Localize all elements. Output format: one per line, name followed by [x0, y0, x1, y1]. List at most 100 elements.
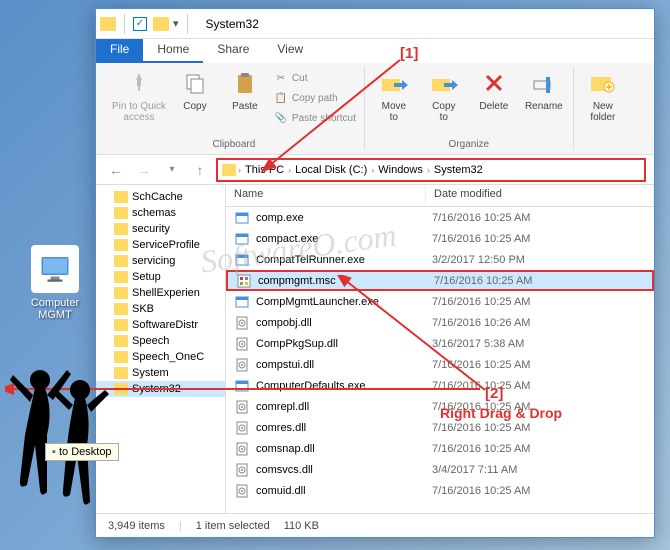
tree-item[interactable]: ServiceProfile: [96, 237, 225, 253]
tree-item-label: Setup: [132, 271, 161, 283]
file-name: comp.exe: [256, 212, 432, 224]
history-button[interactable]: ▾: [160, 158, 184, 182]
file-icon: [234, 441, 250, 457]
file-name: comuid.dll: [256, 485, 432, 497]
tab-view[interactable]: View: [263, 39, 317, 63]
tree-item[interactable]: SoftwareDistr: [96, 317, 225, 333]
chevron-icon: ›: [371, 165, 374, 175]
file-row[interactable]: comsvcs.dll3/4/2017 7:11 AM: [226, 459, 654, 480]
tab-share[interactable]: Share: [203, 39, 263, 63]
file-icon: [234, 357, 250, 373]
folder-icon: [153, 17, 169, 31]
file-row[interactable]: CompMgmtLauncher.exe7/16/2016 10:25 AM: [226, 291, 654, 312]
file-name: comsnap.dll: [256, 443, 432, 455]
file-row[interactable]: comres.dll7/16/2016 10:25 AM: [226, 417, 654, 438]
column-date[interactable]: Date modified: [426, 185, 654, 206]
breadcrumb-item[interactable]: This PC: [243, 164, 286, 176]
tree-item[interactable]: security: [96, 221, 225, 237]
status-selected: 1 item selected: [196, 520, 270, 532]
file-row[interactable]: comrepl.dll7/16/2016 10:25 AM: [226, 396, 654, 417]
tree-item[interactable]: schemas: [96, 205, 225, 221]
paste-button[interactable]: Paste: [224, 67, 266, 112]
file-row[interactable]: comp.exe7/16/2016 10:25 AM: [226, 207, 654, 228]
file-name: CompatTelRunner.exe: [256, 254, 432, 266]
address-bar[interactable]: › This PC › Local Disk (C:) › Windows › …: [216, 158, 646, 182]
file-list: Name Date modified comp.exe7/16/2016 10:…: [226, 185, 654, 513]
file-row[interactable]: comuid.dll7/16/2016 10:25 AM: [226, 480, 654, 501]
pin-button[interactable]: Pin to Quick access: [112, 67, 166, 123]
desktop-shortcut[interactable]: Computer MGMT: [20, 245, 90, 321]
file-row[interactable]: CompPkgSup.dll3/16/2017 5:38 AM: [226, 333, 654, 354]
tree-item-label: servicing: [132, 255, 175, 267]
file-date: 7/16/2016 10:25 AM: [432, 380, 530, 392]
copy-to-button[interactable]: Copy to: [423, 67, 465, 123]
tree-item[interactable]: Speech_OneC: [96, 349, 225, 365]
back-button[interactable]: ←: [104, 158, 128, 182]
folder-tree[interactable]: SchCache schemassecurityServiceProfile ser…: [96, 185, 226, 513]
chevron-icon: ›: [238, 165, 241, 175]
file-date: 7/16/2016 10:25 AM: [432, 443, 530, 455]
file-icon: [234, 294, 250, 310]
file-date: 7/16/2016 10:25 AM: [434, 275, 532, 287]
up-button[interactable]: ↑: [188, 158, 212, 182]
file-row[interactable]: compmgmt.msc7/16/2016 10:25 AM: [226, 270, 654, 291]
monitor-icon: [31, 245, 79, 293]
copy-button[interactable]: Copy: [174, 67, 216, 112]
move-icon: [378, 67, 410, 99]
tree-item-label: ShellExperien: [132, 287, 200, 299]
tree-item-label: SKB: [132, 303, 154, 315]
file-icon: [234, 210, 250, 226]
tree-item[interactable]: ShellExperien: [96, 285, 225, 301]
copy-path-button[interactable]: 📋Copy path: [274, 89, 356, 107]
file-name: comres.dll: [256, 422, 432, 434]
forward-button[interactable]: →: [132, 158, 156, 182]
file-date: 3/2/2017 12:50 PM: [432, 254, 525, 266]
tree-item[interactable]: SchCache: [96, 189, 225, 205]
tree-item[interactable]: Speech: [96, 333, 225, 349]
move-to-button[interactable]: Move to: [373, 67, 415, 123]
folder-icon: [222, 164, 236, 176]
file-icon: [234, 315, 250, 331]
new-folder-icon: [587, 67, 619, 99]
tab-home[interactable]: Home: [143, 39, 203, 63]
column-name[interactable]: Name: [226, 185, 426, 206]
window-title: System32: [206, 17, 259, 31]
tree-item[interactable]: servicing: [96, 253, 225, 269]
file-row[interactable]: ComputerDefaults.exe7/16/2016 10:25 AM: [226, 375, 654, 396]
address-bar-row: ← → ▾ ↑ › This PC › Local Disk (C:) › Wi…: [96, 155, 654, 185]
breadcrumb-item[interactable]: Windows: [376, 164, 425, 176]
file-row[interactable]: compact.exe7/16/2016 10:25 AM: [226, 228, 654, 249]
dropdown-icon[interactable]: ▾: [173, 17, 179, 30]
cut-button[interactable]: ✂Cut: [274, 69, 356, 87]
delete-button[interactable]: Delete: [473, 67, 515, 112]
tree-item-label: System: [132, 367, 169, 379]
file-row[interactable]: compstui.dll7/16/2016 10:25 AM: [226, 354, 654, 375]
titlebar[interactable]: ✓ ▾ System32: [96, 9, 654, 39]
file-list-body[interactable]: comp.exe7/16/2016 10:25 AMcompact.exe7/1…: [226, 207, 654, 513]
tree-item[interactable]: System32: [96, 381, 225, 397]
breadcrumb-item[interactable]: System32: [432, 164, 485, 176]
tree-item[interactable]: Setup: [96, 269, 225, 285]
tab-file[interactable]: File: [96, 39, 143, 63]
folder-icon: [114, 351, 128, 363]
breadcrumb-item[interactable]: Local Disk (C:): [293, 164, 369, 176]
chevron-icon: ›: [288, 165, 291, 175]
file-icon: [234, 252, 250, 268]
file-date: 3/16/2017 5:38 AM: [432, 338, 524, 350]
folder-icon: [114, 271, 128, 283]
file-name: comsvcs.dll: [256, 464, 432, 476]
paste-icon: [229, 67, 261, 99]
checkbox-icon[interactable]: ✓: [133, 17, 147, 31]
tree-item[interactable]: SKB: [96, 301, 225, 317]
rename-button[interactable]: Rename: [523, 67, 565, 112]
folder-icon: [114, 367, 128, 379]
file-icon: [234, 231, 250, 247]
tree-item[interactable]: System: [96, 365, 225, 381]
file-row[interactable]: compobj.dll7/16/2016 10:26 AM: [226, 312, 654, 333]
file-row[interactable]: comsnap.dll7/16/2016 10:25 AM: [226, 438, 654, 459]
paste-shortcut-button[interactable]: 📎Paste shortcut: [274, 109, 356, 127]
copy-icon: [179, 67, 211, 99]
tree-item-label: SchCache: [132, 191, 183, 203]
file-row[interactable]: CompatTelRunner.exe3/2/2017 12:50 PM: [226, 249, 654, 270]
new-folder-button[interactable]: New folder: [582, 67, 624, 123]
